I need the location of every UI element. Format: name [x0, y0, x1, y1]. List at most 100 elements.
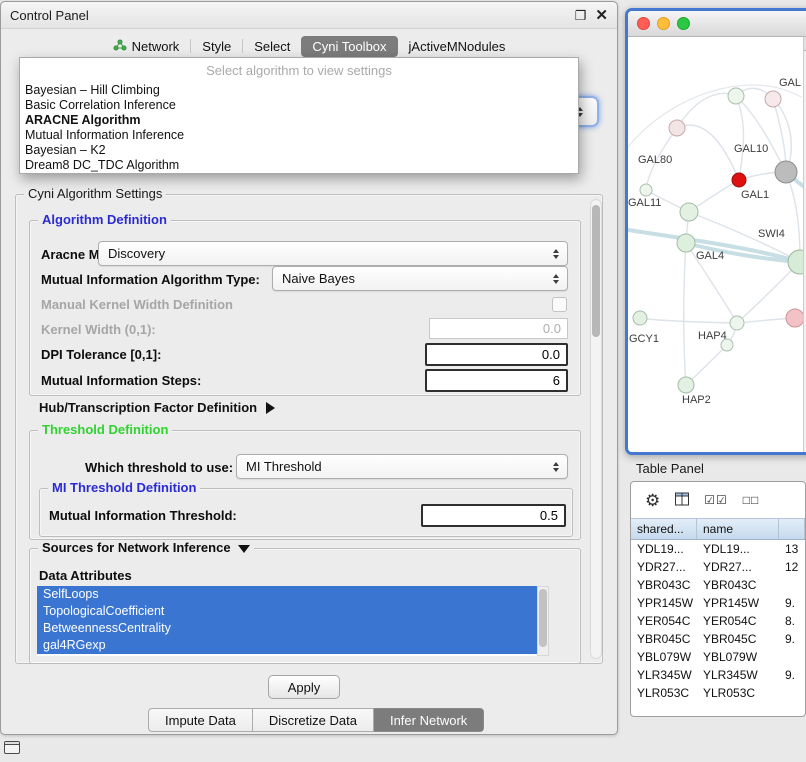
- network-node[interactable]: [732, 173, 746, 187]
- tab-select[interactable]: Select: [243, 36, 301, 57]
- tab-jactivemodules[interactable]: jActiveMNodules: [398, 36, 517, 57]
- tab-label: jActiveMNodules: [409, 39, 506, 54]
- attribute-item-selected[interactable]: TopologicalCoefficient: [37, 603, 537, 620]
- mi-steps-label: Mutual Information Steps:: [41, 373, 201, 388]
- table-row[interactable]: YBR043C YBR043C: [631, 576, 805, 594]
- tab-cyni-toolbox[interactable]: Cyni Toolbox: [301, 36, 397, 57]
- node-label: SWI4: [758, 228, 785, 240]
- table-row[interactable]: YDL19... YDL19... 13: [631, 540, 805, 558]
- tab-discretize-data[interactable]: Discretize Data: [253, 708, 374, 732]
- select-all-icon[interactable]: ☑☑: [704, 494, 728, 506]
- network-node[interactable]: [765, 91, 781, 107]
- table-row[interactable]: YPR145W YPR145W 9.: [631, 594, 805, 612]
- attribute-item-selected[interactable]: SelfLoops: [37, 586, 537, 603]
- mi-steps-field[interactable]: 6: [425, 369, 568, 392]
- tab-network[interactable]: Network: [102, 36, 191, 57]
- sources-toggle[interactable]: Sources for Network Inference: [38, 540, 254, 555]
- algorithm-option[interactable]: Bayesian – K2: [20, 143, 578, 158]
- network-graph[interactable]: GAL80GAL10GAL1GAL11SWI4GAL4GCY1HAP4HAP2G…: [628, 37, 803, 452]
- apply-button[interactable]: Apply: [268, 675, 340, 699]
- dpi-tolerance-field[interactable]: 0.0: [425, 343, 568, 366]
- dpi-tolerance-label: DPI Tolerance [0,1]:: [41, 347, 161, 362]
- network-node[interactable]: [730, 316, 744, 330]
- network-edge[interactable]: [640, 318, 737, 323]
- network-edge[interactable]: [736, 96, 744, 180]
- table-row[interactable]: YLR053C YLR053C: [631, 684, 805, 702]
- network-node[interactable]: [775, 161, 797, 183]
- window-title: Control Panel: [10, 8, 89, 23]
- node-label: GAL: [779, 77, 801, 89]
- settings-scrollbar[interactable]: [590, 199, 602, 659]
- column-header-shared-name[interactable]: shared...: [631, 519, 697, 539]
- table-row[interactable]: YER054C YER054C 8.: [631, 612, 805, 630]
- network-node[interactable]: [633, 311, 647, 325]
- data-attributes-list: SelfLoops TopologicalCoefficient Between…: [37, 586, 537, 656]
- control-panel-titlebar[interactable]: Control Panel ❐ ✕: [1, 2, 617, 29]
- network-node[interactable]: [788, 250, 803, 274]
- kernel-width-field: 0.0: [429, 318, 568, 339]
- columns-icon[interactable]: [675, 492, 689, 509]
- table-row[interactable]: YDR27... YDR27... 12: [631, 558, 805, 576]
- cell: YLR345W: [697, 668, 779, 682]
- zoom-traffic-light[interactable]: [677, 17, 690, 30]
- gear-icon[interactable]: ⚙: [645, 492, 660, 509]
- cell: YLR053C: [631, 686, 697, 700]
- node-label: GAL1: [741, 189, 769, 201]
- hub-tf-definition-toggle[interactable]: Hub/Transcription Factor Definition: [39, 400, 275, 415]
- attributes-scrollbar[interactable]: [537, 586, 549, 656]
- network-node[interactable]: [669, 120, 685, 136]
- network-node[interactable]: [640, 184, 652, 196]
- network-edge[interactable]: [677, 125, 739, 180]
- mi-type-select[interactable]: Naive Bayes: [272, 266, 568, 291]
- algorithm-option[interactable]: Bayesian – Hill Climbing: [20, 83, 578, 98]
- network-node[interactable]: [678, 377, 694, 393]
- aracne-mode-select[interactable]: Discovery: [98, 241, 568, 266]
- network-window-titlebar[interactable]: [628, 11, 806, 37]
- network-node[interactable]: [677, 234, 695, 252]
- column-header-clipped[interactable]: [779, 519, 805, 539]
- table-header-row: shared... name: [631, 518, 805, 540]
- attribute-item-selected[interactable]: BetweennessCentrality: [37, 620, 537, 637]
- close-traffic-light[interactable]: [637, 17, 650, 30]
- close-icon[interactable]: ✕: [595, 8, 608, 23]
- algorithm-option[interactable]: Mutual Information Inference: [20, 128, 578, 143]
- float-window-icon[interactable]: ❐: [575, 9, 587, 22]
- network-node[interactable]: [680, 203, 698, 221]
- node-label: GCY1: [629, 333, 659, 345]
- network-edge[interactable]: [786, 172, 800, 262]
- deselect-all-icon[interactable]: □□: [743, 494, 760, 506]
- table-row[interactable]: YBR045C YBR045C 9.: [631, 630, 805, 648]
- group-title: Algorithm Definition: [38, 212, 171, 227]
- which-threshold-select[interactable]: MI Threshold: [236, 454, 568, 479]
- cyni-mode-tabs: Impute Data Discretize Data Infer Networ…: [148, 708, 484, 732]
- attributes-scrollbar-thumb[interactable]: [539, 589, 547, 647]
- algorithm-option-selected[interactable]: ARACNE Algorithm: [20, 113, 578, 128]
- tab-style[interactable]: Style: [191, 36, 242, 57]
- table-row[interactable]: YBL079W YBL079W: [631, 648, 805, 666]
- network-node[interactable]: [786, 309, 803, 327]
- tab-infer-network[interactable]: Infer Network: [374, 708, 484, 732]
- network-canvas[interactable]: GAL80GAL10GAL1GAL11SWI4GAL4GCY1HAP4HAP2G…: [628, 37, 806, 452]
- minimize-traffic-light[interactable]: [657, 17, 670, 30]
- network-node[interactable]: [728, 88, 744, 104]
- cell: YBL079W: [697, 650, 779, 664]
- algorithm-option[interactable]: Basic Correlation Inference: [20, 98, 578, 113]
- collapsed-panel-icon[interactable]: [4, 741, 20, 754]
- network-view-window: GAL80GAL10GAL1GAL11SWI4GAL4GCY1HAP4HAP2G…: [625, 8, 806, 455]
- tab-impute-data[interactable]: Impute Data: [148, 708, 253, 732]
- selected-value: Naive Bayes: [282, 271, 548, 286]
- network-edge[interactable]: [684, 243, 686, 385]
- network-edge[interactable]: [677, 93, 736, 128]
- mi-threshold-field[interactable]: 0.5: [421, 504, 566, 527]
- field-value: 0.5: [540, 508, 558, 523]
- data-attributes-label: Data Attributes: [39, 568, 132, 583]
- settings-scrollbar-thumb[interactable]: [592, 205, 600, 337]
- algorithm-option[interactable]: Dream8 DC_TDC Algorithm: [20, 158, 578, 173]
- column-header-name[interactable]: name: [697, 519, 779, 539]
- attribute-item-selected[interactable]: gal4RGexp: [37, 637, 537, 654]
- network-edge[interactable]: [686, 345, 727, 385]
- cell: 9.: [779, 632, 805, 646]
- network-icon: [113, 39, 127, 54]
- table-row[interactable]: YLR345W YLR345W 9.: [631, 666, 805, 684]
- group-title: Cyni Algorithm Settings: [24, 186, 166, 201]
